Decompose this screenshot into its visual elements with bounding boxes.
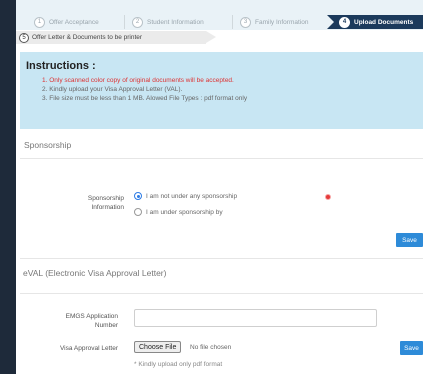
required-indicator-icon: [325, 194, 331, 200]
step-label: Family Information: [255, 18, 309, 26]
label-line: Information: [91, 204, 124, 211]
section-divider: [20, 293, 423, 294]
sub-step-number: 5: [19, 32, 29, 43]
eval-save-button[interactable]: Save: [400, 341, 423, 355]
radio-no-sponsorship[interactable]: I am not under any sponsorship: [134, 192, 237, 200]
step-family-information[interactable]: 3 Family Information: [240, 15, 308, 29]
step-label: Offer Acceptance: [49, 18, 99, 26]
step-label: Student Information: [147, 18, 204, 26]
step-offer-acceptance[interactable]: 1 Offer Acceptance: [34, 15, 99, 29]
section-divider: [20, 258, 423, 259]
step-divider: [232, 15, 233, 29]
visa-approval-letter-label: Visa Approval Letter: [59, 345, 118, 352]
eval-section-title: eVAL (Electronic Visa Approval Letter): [23, 268, 167, 278]
sponsorship-section-title: Sponsorship: [24, 140, 72, 150]
instructions-panel: Instructions : 1. Only scanned color cop…: [20, 52, 423, 129]
sub-step-label: Offer Letter & Documents to be printer: [32, 34, 143, 41]
step-number: 2: [132, 16, 143, 28]
step-upload-documents[interactable]: 4 Upload Documents: [327, 15, 423, 29]
step-divider: [124, 15, 125, 29]
radio-button[interactable]: [134, 208, 142, 216]
sponsorship-save-button[interactable]: Save: [396, 233, 423, 247]
sponsorship-field-label: Sponsorship Information: [46, 194, 124, 212]
step-number: 4: [339, 16, 350, 28]
choose-file-button[interactable]: Choose File: [134, 341, 182, 353]
emgs-application-label: EMGS Application Number: [40, 312, 118, 330]
step-student-information[interactable]: 2 Student Information: [132, 15, 204, 29]
sub-step-offer-letter[interactable]: 5 Offer Letter & Documents to be printer: [16, 31, 216, 44]
no-file-chosen-text: No file chosen: [190, 344, 232, 351]
progress-stepper: 1 Offer Acceptance 2 Student Information…: [16, 0, 423, 30]
instruction-item: 1. Only scanned color copy of original d…: [42, 77, 234, 84]
emgs-application-number-input[interactable]: [134, 309, 377, 327]
label-line: Sponsorship: [87, 195, 124, 202]
label-line: EMGS Application: [65, 313, 118, 320]
radio-button-checked[interactable]: [134, 192, 142, 200]
radio-label: I am under sponsorship by: [146, 208, 223, 216]
instruction-item: 2. Kindly upload your Visa Approval Lett…: [42, 86, 183, 93]
section-divider: [20, 158, 423, 159]
radio-label: I am not under any sponsorship: [146, 192, 238, 200]
label-line: Number: [94, 322, 118, 329]
step-label: Upload Documents: [354, 18, 414, 26]
page: 1 Offer Acceptance 2 Student Information…: [16, 0, 423, 374]
instruction-item: 3. File size must be less than 1 MB. Alo…: [42, 95, 248, 102]
step-number: 1: [34, 16, 45, 28]
instructions-title: Instructions :: [26, 60, 96, 72]
step-number: 3: [240, 16, 251, 28]
pdf-format-hint: * Kindly upload only pdf format: [134, 361, 223, 368]
instructions-list: 1. Only scanned color copy of original d…: [26, 76, 423, 103]
radio-under-sponsorship[interactable]: I am under sponsorship by: [134, 208, 223, 216]
